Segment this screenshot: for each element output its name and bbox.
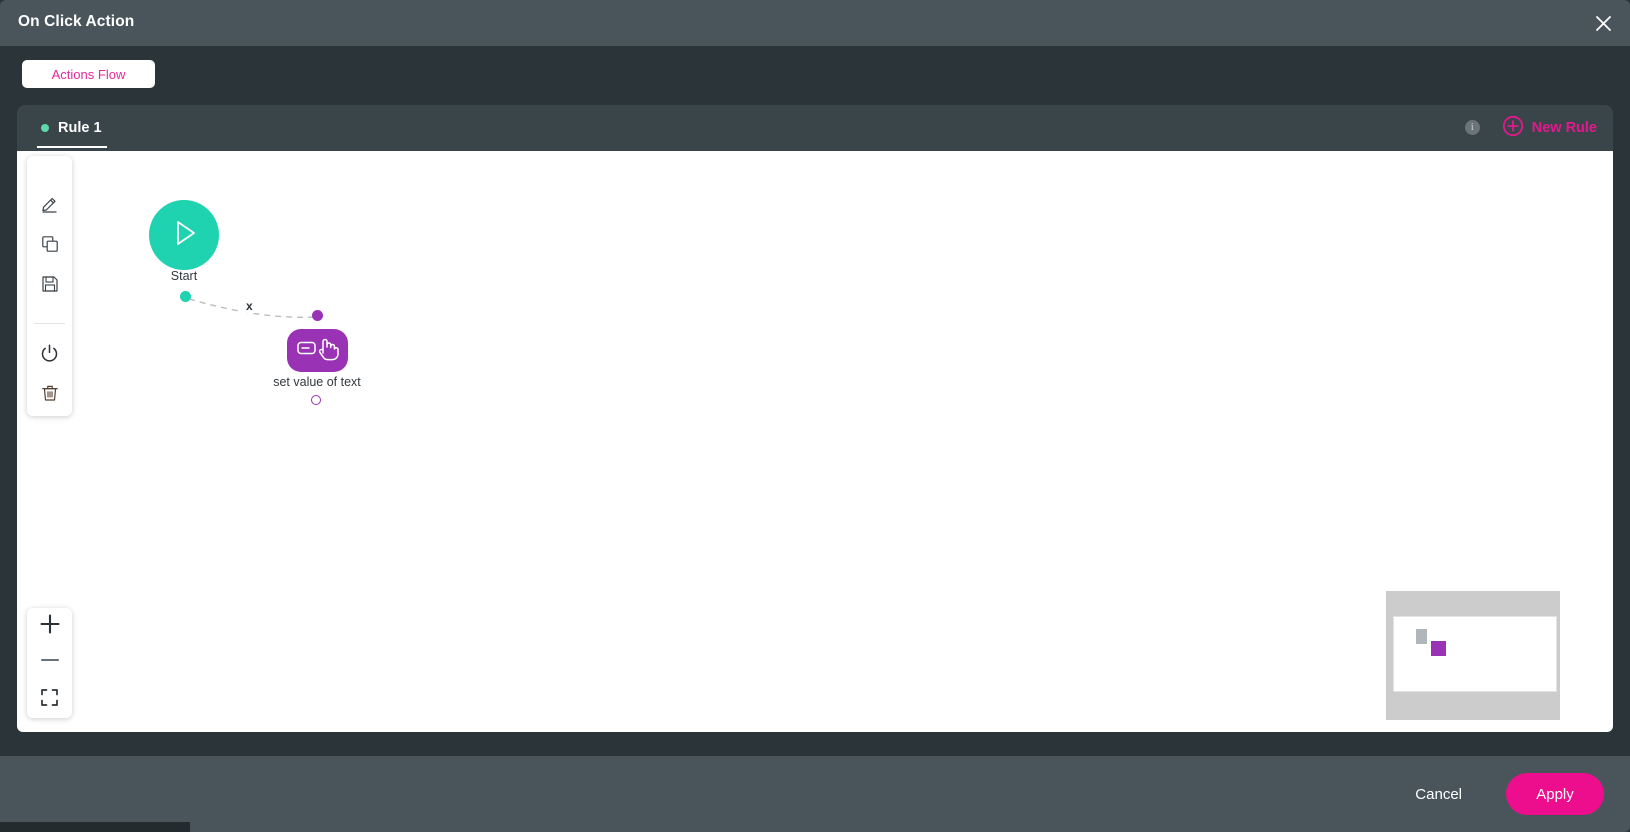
minimap-viewport[interactable]	[1393, 616, 1557, 692]
canvas-minimap[interactable]	[1386, 591, 1560, 720]
zoom-in-button[interactable]	[27, 608, 72, 644]
zoom-controls	[27, 608, 72, 718]
tab-rule-1-label: Rule 1	[58, 120, 102, 136]
info-icon[interactable]: i	[1464, 119, 1480, 135]
plus-icon	[39, 613, 61, 640]
minimap-node-action	[1431, 641, 1446, 656]
rule-bar: Rule 1 i New Rule	[17, 105, 1613, 151]
new-rule-label: New Rule	[1531, 120, 1597, 136]
edge-label: x	[242, 299, 257, 313]
edge-layer	[188, 298, 318, 318]
new-rule-button[interactable]: New Rule	[1502, 115, 1597, 142]
port-start-output[interactable]	[180, 291, 191, 302]
fit-to-screen-icon	[39, 687, 60, 713]
cancel-button[interactable]: Cancel	[1401, 778, 1476, 811]
plus-circle-icon	[1502, 115, 1524, 142]
rule-status-dot	[41, 124, 49, 132]
dialog-titlebar: On Click Action	[0, 0, 1630, 46]
close-icon[interactable]	[1588, 8, 1618, 38]
tab-rule-1[interactable]: Rule 1	[27, 105, 116, 151]
port-action-output[interactable]	[311, 395, 321, 405]
page-title: On Click Action	[18, 13, 135, 30]
set-text-value-icon	[296, 335, 340, 366]
fit-to-screen-button[interactable]	[27, 682, 72, 718]
node-set-value-of-text[interactable]	[287, 329, 348, 372]
dialog-footer: Cancel Apply	[0, 756, 1630, 832]
node-set-value-of-text-label: set value of text	[273, 375, 361, 389]
node-start[interactable]	[149, 200, 219, 270]
flow-canvas[interactable]: Start x set value of text	[17, 151, 1613, 732]
minimap-node-start	[1416, 629, 1427, 644]
port-action-input[interactable]	[312, 310, 323, 321]
node-start-label: Start	[170, 269, 198, 283]
tab-actions-flow-label: Actions Flow	[51, 66, 126, 82]
zoom-out-button[interactable]	[27, 645, 72, 681]
bottom-edge-strip	[0, 822, 190, 832]
tab-actions-flow[interactable]: Actions Flow	[22, 60, 155, 88]
rule-bar-actions: i New Rule	[1464, 105, 1597, 151]
play-icon	[167, 216, 201, 255]
minus-icon	[39, 649, 61, 676]
apply-button[interactable]: Apply	[1506, 773, 1604, 815]
graph-layer: Start x set value of text	[17, 151, 1613, 732]
on-click-action-dialog: On Click Action Actions Flow Rule 1 i Ne…	[0, 0, 1630, 832]
